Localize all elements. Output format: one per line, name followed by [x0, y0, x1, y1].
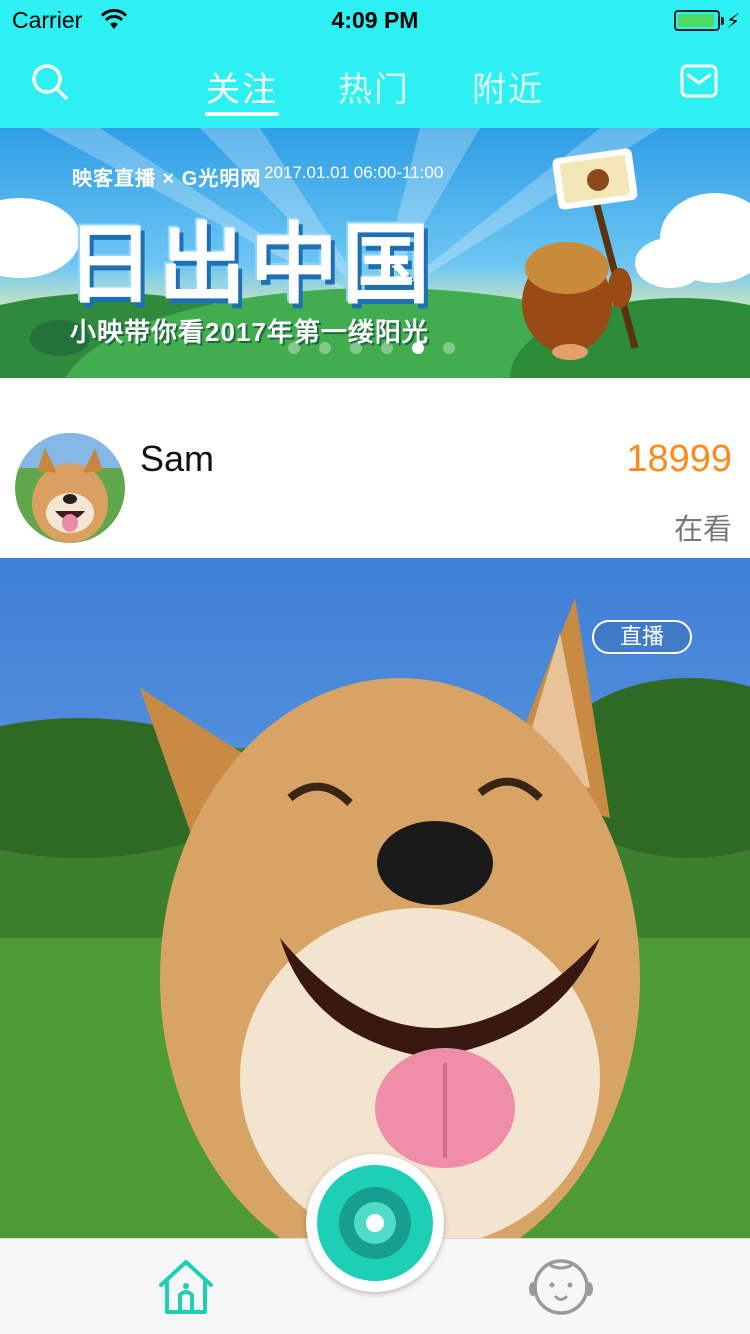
status-bar: Carrier 4:09 PM ⚡ — [0, 0, 750, 40]
banner-brand: 映客直播 × G光明网 — [72, 168, 262, 190]
nav-bar: 关注 热门 附近 — [0, 40, 750, 128]
tab-nearby[interactable]: 附近 — [472, 62, 544, 111]
tab-following[interactable]: 关注 — [206, 62, 278, 111]
top-header: Carrier 4:09 PM ⚡ 关注 热门 附近 — [0, 0, 750, 128]
battery-fill — [678, 14, 715, 27]
banner-page-dot[interactable] — [288, 342, 300, 354]
viewer-label: 在看 — [673, 514, 732, 546]
banner-title: 日出中国 — [66, 215, 435, 314]
record-icon — [317, 1165, 433, 1281]
mail-icon[interactable] — [680, 64, 718, 98]
home-icon[interactable] — [155, 1257, 217, 1317]
banner-page-dot[interactable] — [381, 342, 393, 354]
avatar[interactable] — [15, 433, 125, 543]
live-preview-image — [0, 558, 750, 1238]
battery-icon — [674, 10, 724, 31]
start-live-button[interactable] — [306, 1154, 444, 1292]
live-card-header: Sam 18999 在看 — [0, 378, 750, 558]
active-tab-indicator — [205, 112, 279, 116]
banner-date: 2017.01.01 06:00-11:00 — [264, 163, 444, 182]
live-stream-preview[interactable]: 直播 — [0, 558, 750, 1238]
banner-page-dot[interactable] — [443, 342, 455, 354]
banner-page-dot[interactable] — [350, 342, 362, 354]
broadcaster-name[interactable]: Sam — [140, 438, 214, 480]
banner-page-dot[interactable] — [319, 342, 331, 354]
banner-page-indicator — [288, 342, 455, 354]
viewer-count: 18999 — [626, 438, 732, 480]
live-badge: 直播 — [592, 620, 692, 654]
feed-tabs: 关注 热门 附近 — [0, 40, 750, 128]
profile-icon[interactable] — [528, 1257, 594, 1317]
banner-page-dot[interactable] — [412, 342, 424, 354]
charging-icon: ⚡ — [725, 11, 740, 33]
clock: 4:09 PM — [331, 7, 419, 33]
tab-hot[interactable]: 热门 — [338, 62, 410, 111]
promo-banner[interactable]: 映客直播 × G光明网 2017.01.01 06:00-11:00 日出中国 … — [0, 128, 750, 378]
